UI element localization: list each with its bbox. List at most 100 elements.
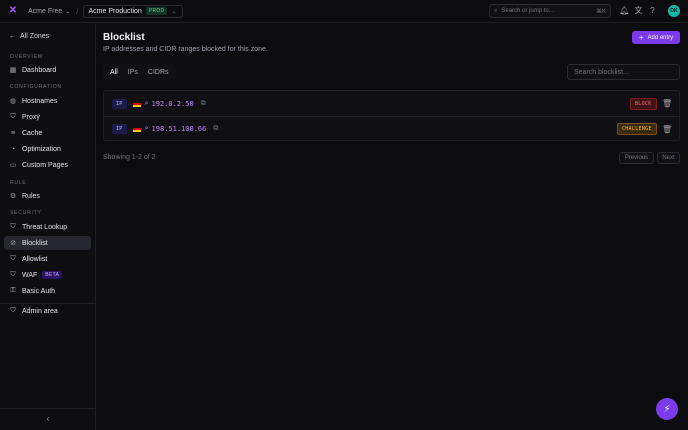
page-subtitle: IP addresses and CIDR ranges blocked for… — [103, 46, 268, 53]
help-icon[interactable]: ? — [648, 6, 657, 15]
beta-badge: BETA — [42, 271, 63, 279]
search-icon: ⌕ — [494, 7, 498, 14]
germany-flag-icon — [132, 126, 141, 132]
section-security: SECURITY — [10, 210, 42, 216]
sidebar-item-cache[interactable]: ≡ Cache — [4, 126, 91, 140]
org-switcher[interactable]: Acme Free ⌄ — [28, 8, 70, 15]
zone-switcher[interactable]: Acme Production PROD ⌄ — [82, 4, 183, 18]
chevron-down-icon: ⌄ — [65, 8, 71, 15]
tab-ips[interactable]: IPs — [123, 66, 143, 78]
add-entry-label: Add entry — [647, 34, 674, 41]
section-overview: OVERVIEW — [10, 54, 44, 60]
shield-icon: ⛉ — [10, 271, 16, 278]
assistant-lightning-button[interactable]: ⚡︎ — [656, 398, 678, 420]
shield-icon: ⛉ — [10, 113, 16, 120]
trash-icon[interactable]: 🗑︎ — [662, 125, 672, 134]
sidebar-item-label: Blocklist — [22, 239, 48, 247]
sidebar-item-optimization[interactable]: ◔ Optimization — [4, 142, 91, 156]
sidebar-item-label: Rules — [22, 192, 40, 200]
translate-icon[interactable]: 文 — [634, 6, 643, 15]
sidebar-item-label: Basic Auth — [22, 287, 56, 295]
sidebar-item-label: Optimization — [22, 145, 61, 153]
next-page-button[interactable]: Next — [657, 152, 680, 164]
sidebar-item-label: Threat Lookup — [22, 223, 68, 231]
globe-icon: ◍ — [9, 98, 17, 105]
zone-env-badge: PROD — [145, 7, 168, 15]
rules-icon: ⚙︎ — [9, 193, 17, 200]
sidebar-item-label: WAF — [22, 271, 38, 279]
file-icon: ▭ — [9, 162, 17, 169]
bell-icon[interactable]: 🔔︎ — [619, 6, 629, 15]
lightning-icon: ⚡︎ — [663, 403, 671, 415]
shield-icon: ⛉ — [10, 223, 16, 230]
global-search-input[interactable]: ⌕ Search or jump to... ⌘K — [489, 4, 611, 18]
sidebar-item-label: Custom Pages — [22, 161, 68, 169]
sidebar-item-label: Cache — [22, 129, 43, 137]
sidebar-item-threat-lookup[interactable]: ⛉ Threat Lookup — [4, 220, 91, 234]
ip-address-link[interactable]: 198.51.100.66 — [152, 125, 207, 133]
back-to-all-zones[interactable]: ← All Zones — [9, 33, 49, 40]
app-logo-icon[interactable]: ✕ — [8, 6, 18, 16]
sidebar-item-label: Hostnames — [22, 97, 58, 105]
lock-icon: ⚿ — [10, 287, 16, 294]
copy-icon[interactable]: ⧉ — [201, 100, 206, 108]
section-configuration: CONFIGURATION — [10, 84, 62, 90]
sidebar-item-admin-area[interactable]: ⛉ Admin area — [4, 304, 91, 318]
top-icon-group: 🔔︎ 文 ? — [619, 6, 657, 15]
ip-address-link[interactable]: 192.0.2.50 — [152, 100, 194, 108]
tab-cidrs[interactable]: CIDRs — [143, 66, 174, 78]
copy-icon[interactable]: ⧉ — [213, 125, 218, 133]
shield-icon: ⛉ — [10, 307, 16, 314]
check-shield-icon: ⛉ — [10, 255, 16, 262]
lookup-icon[interactable]: ⌕ — [145, 100, 149, 108]
gauge-icon: ◔ — [10, 145, 16, 153]
sidebar-item-label: Admin area — [22, 307, 58, 315]
collapse-sidebar-chevron-left-icon[interactable]: ‹ — [44, 414, 52, 423]
lookup-icon[interactable]: ⌕ — [145, 125, 149, 133]
sidebar-item-dashboard[interactable]: ▦ Dashboard — [4, 63, 91, 77]
sidebar-item-waf[interactable]: ⛉ WAF BETA — [4, 268, 91, 282]
sidebar-item-allowlist[interactable]: ⛉ Allowlist — [4, 252, 91, 266]
type-badge: IP — [112, 98, 127, 109]
sidebar-item-label: Dashboard — [22, 66, 57, 74]
blocklist-table: IP ⌕ 192.0.2.50 ⧉ BLOCK 🗑︎ IP ⌕ 198.51.1… — [103, 90, 680, 141]
action-badge: BLOCK — [630, 97, 657, 110]
sidebar-item-blocklist[interactable]: ⊘ Blocklist — [4, 236, 91, 250]
avatar[interactable]: DK — [668, 5, 680, 17]
breadcrumb-separator: / — [76, 6, 79, 16]
chevron-down-icon: ⌄ — [171, 8, 177, 15]
page-title: Blocklist — [103, 32, 145, 43]
sidebar-item-rules[interactable]: ⚙︎ Rules — [4, 189, 91, 203]
sidebar-item-custom-pages[interactable]: ▭ Custom Pages — [4, 158, 91, 172]
zone-name: Acme Production — [88, 7, 142, 15]
search-shortcut: ⌘K — [595, 8, 606, 15]
trash-icon[interactable]: 🗑︎ — [662, 99, 672, 108]
sidebar: ← All Zones OVERVIEW ▦ Dashboard CONFIGU… — [0, 24, 96, 430]
previous-page-button[interactable]: Previous — [619, 152, 654, 164]
sidebar-item-hostnames[interactable]: ◍ Hostnames — [4, 94, 91, 108]
org-name: Acme Free — [28, 7, 63, 15]
sidebar-item-label: Proxy — [22, 113, 40, 121]
tab-all[interactable]: All — [105, 66, 123, 78]
sidebar-item-proxy[interactable]: ⛉ Proxy — [4, 110, 91, 124]
global-search-placeholder: Search or jump to... — [501, 8, 554, 14]
arrow-left-icon: ← — [9, 33, 16, 40]
germany-flag-icon — [132, 100, 141, 107]
pagination-summary: Showing 1-2 of 2 — [103, 154, 156, 161]
dashboard-icon: ▦ — [9, 67, 17, 74]
section-rule: RULE — [10, 180, 27, 186]
filter-tabs: All IPs CIDRs — [103, 64, 176, 80]
add-entry-button[interactable]: + Add entry — [632, 31, 680, 44]
database-icon: ≡ — [10, 129, 16, 137]
back-label: All Zones — [20, 33, 50, 40]
ban-icon: ⊘ — [10, 240, 16, 247]
sidebar-divider — [0, 408, 96, 409]
table-row: IP ⌕ 198.51.100.66 ⧉ CHALLENGE 🗑︎ — [104, 116, 679, 141]
blocklist-search-input[interactable]: Search blocklist... — [567, 64, 680, 80]
plus-icon: + — [638, 33, 644, 42]
action-badge: CHALLENGE — [617, 123, 657, 135]
type-badge: IP — [112, 124, 127, 134]
table-row: IP ⌕ 192.0.2.50 ⧉ BLOCK 🗑︎ — [104, 91, 679, 116]
sidebar-item-label: Allowlist — [22, 255, 48, 263]
sidebar-item-basic-auth[interactable]: ⚿ Basic Auth — [4, 284, 91, 298]
